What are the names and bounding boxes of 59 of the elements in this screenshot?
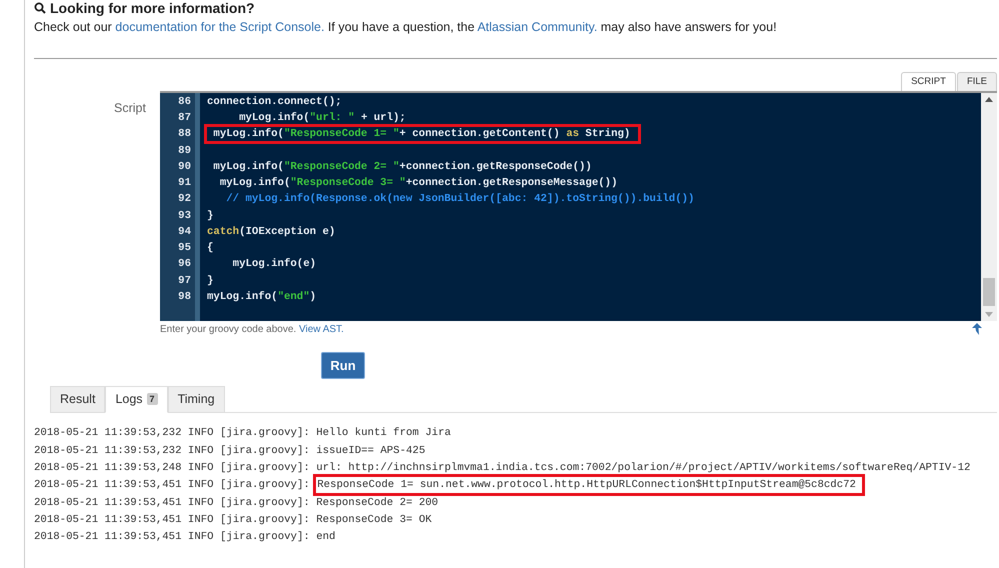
help-link[interactable]: Atlassian Community. bbox=[477, 20, 598, 34]
script-label: Script bbox=[114, 100, 146, 115]
code-line: { bbox=[207, 241, 214, 256]
log-message: end bbox=[316, 530, 336, 546]
editor-tab[interactable]: FILE bbox=[956, 72, 997, 91]
code-line: myLog.info("ResponseCode 3= "+connection.getResponseMessage()) bbox=[218, 176, 618, 190]
line-number: 92 bbox=[177, 192, 191, 208]
line-number: 97 bbox=[177, 274, 191, 288]
search-icon bbox=[34, 2, 46, 14]
code-line: myLog.info("end") bbox=[207, 290, 316, 304]
editor-hint: Enter your groovy code above. View AST. bbox=[160, 323, 344, 338]
line-number: 93 bbox=[177, 208, 191, 224]
result-tab[interactable]: Logs 7 bbox=[105, 386, 168, 413]
code-line: catch(IOException e) bbox=[207, 224, 336, 239]
line-number: 95 bbox=[177, 241, 191, 256]
run-button[interactable]: Run bbox=[321, 352, 365, 379]
log-message: issueID== APS-425 bbox=[316, 444, 426, 459]
code-editor[interactable] bbox=[160, 90, 997, 321]
log-prefix: 2018-05-21 11:39:53,451 INFO [jira.groovy]: bbox=[34, 512, 310, 528]
result-tab[interactable]: Result bbox=[50, 386, 106, 412]
line-number: 96 bbox=[177, 257, 191, 272]
code-line: myLog.info("url: " + url); bbox=[238, 111, 406, 126]
log-message: url: http://inchnsirplmvma1.india.tcs.com:7002/polarion/#/project/APTIV/workitems/softwareReq/APTIV-12 bbox=[316, 460, 970, 476]
code-line: } bbox=[207, 208, 214, 223]
help-text: Check out our documentation for the Script Console. If you have a question, the Atlassian Community. may also have answers for you! bbox=[34, 19, 778, 36]
log-message: Hello kunti from Jira bbox=[316, 426, 451, 442]
count-badge: 7 bbox=[146, 393, 158, 406]
view-ast-link[interactable]: View AST. bbox=[298, 324, 344, 336]
line-number: 87 bbox=[177, 111, 191, 126]
scrollbar[interactable] bbox=[981, 92, 997, 321]
help-link[interactable]: documentation for the Script Console. bbox=[115, 20, 324, 34]
line-number: 94 bbox=[177, 224, 191, 240]
line-number: 98 bbox=[177, 290, 191, 305]
result-tab[interactable]: Timing bbox=[168, 386, 225, 412]
code-line: myLog.info("ResponseCode 1= "+ connection.getContent() as String) bbox=[207, 127, 638, 142]
line-number: 91 bbox=[177, 176, 191, 191]
code-line: connection.connect(); bbox=[207, 94, 342, 109]
scrollbar-thumb[interactable] bbox=[983, 278, 995, 306]
code-line: myLog.info("ResponseCode 2= "+connection.getResponseCode()) bbox=[212, 160, 592, 174]
code-line: // myLog.info(Response.ok(new JsonBuilder([abc: 42]).toString()).build()) bbox=[225, 192, 694, 206]
log-message: ResponseCode 2= 200 bbox=[316, 496, 438, 511]
code-line: myLog.info(e) bbox=[232, 257, 316, 272]
line-number: 90 bbox=[177, 160, 191, 175]
log-prefix: 2018-05-21 11:39:53,248 INFO [jira.groovy]: bbox=[34, 460, 310, 476]
log-prefix: 2018-05-21 11:39:53,451 INFO [jira.groovy]: bbox=[34, 496, 310, 511]
scroll-up-icon[interactable] bbox=[985, 96, 993, 102]
log-prefix: 2018-05-21 11:39:53,451 INFO [jira.groovy]: bbox=[34, 478, 310, 494]
log-message: ResponseCode 1= sun.net.www.protocol.http.HttpURLConnection$HttpInputStream@5c8cdc72 bbox=[316, 477, 862, 494]
line-number: 86 bbox=[177, 94, 191, 110]
log-prefix: 2018-05-21 11:39:53,232 INFO [jira.groovy]: bbox=[34, 426, 310, 442]
section-heading: Looking for more information? bbox=[50, 0, 255, 18]
log-message: ResponseCode 3= OK bbox=[316, 512, 432, 528]
line-number: 89 bbox=[177, 144, 191, 158]
code-line: } bbox=[207, 274, 214, 288]
editor-tab[interactable]: SCRIPT bbox=[901, 72, 956, 91]
arrow-up-icon[interactable] bbox=[971, 323, 983, 336]
log-prefix: 2018-05-21 11:39:53,451 INFO [jira.groovy]: bbox=[34, 530, 310, 546]
line-number: 88 bbox=[177, 127, 191, 142]
log-prefix: 2018-05-21 11:39:53,232 INFO [jira.groovy]: bbox=[34, 444, 310, 459]
